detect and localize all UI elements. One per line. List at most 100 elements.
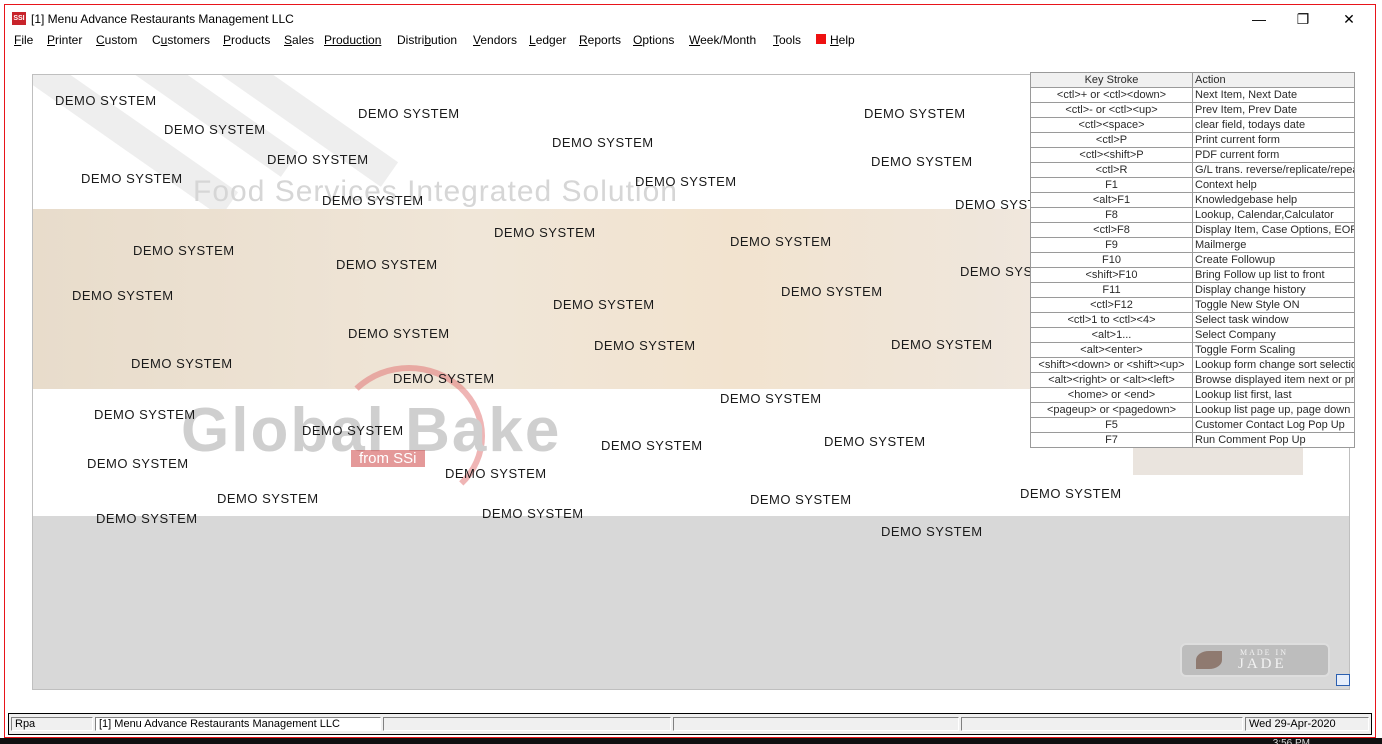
- row-action: Create Followup: [1192, 252, 1355, 268]
- table-row: <ctl>F12 Toggle New Style ON: [1030, 297, 1355, 313]
- close-button[interactable]: ✕: [1326, 10, 1372, 30]
- table-row: <ctl>- or <ctl><up> Prev Item, Prev Date: [1030, 102, 1355, 118]
- row-action: Context help: [1192, 177, 1355, 193]
- row-action: Next Item, Next Date: [1192, 87, 1355, 103]
- demo-watermark: DEMO SYSTEM: [864, 106, 966, 121]
- menu-printer[interactable]: Printer: [47, 33, 82, 47]
- menu-week-month[interactable]: Week/Month: [689, 33, 756, 47]
- demo-watermark: DEMO SYSTEM: [72, 288, 174, 303]
- table-row: <ctl>R G/L trans. reverse/replicate/repea…: [1030, 162, 1355, 178]
- taskbar-clock: 3:56 PM: [1272, 738, 1310, 744]
- menu-ledger[interactable]: Ledger: [529, 33, 566, 47]
- row-action: Lookup form change sort selection: [1192, 357, 1355, 373]
- table-row: <shift>F10 Bring Follow up list to front: [1030, 267, 1355, 283]
- banner-tagline: Food Services Integrated Solution: [193, 175, 678, 208]
- row-key: <alt>F1: [1030, 192, 1193, 208]
- demo-watermark: DEMO SYSTEM: [494, 225, 596, 240]
- menu-products[interactable]: Products: [223, 33, 270, 47]
- menu-file[interactable]: File: [14, 33, 33, 47]
- row-key: <ctl>F12: [1030, 297, 1193, 313]
- status-window-name[interactable]: [1] Menu Advance Restaurants Management …: [95, 717, 381, 731]
- demo-watermark: DEMO SYSTEM: [635, 174, 737, 189]
- demo-watermark: DEMO SYSTEM: [336, 257, 438, 272]
- menu-reports[interactable]: Reports: [579, 33, 621, 47]
- row-key: F11: [1030, 282, 1193, 298]
- row-action: Display change history: [1192, 282, 1355, 298]
- status-pane-empty: [673, 717, 959, 731]
- jade-logo-icon: [1196, 651, 1222, 669]
- taskbar: [0, 738, 1382, 744]
- demo-watermark: DEMO SYSTEM: [133, 243, 235, 258]
- demo-watermark: DEMO SYSTEM: [96, 511, 198, 526]
- table-row: <ctl>1 to <ctl><4> Select task window: [1030, 312, 1355, 328]
- row-key: <ctl><shift>P: [1030, 147, 1193, 163]
- menu-sales[interactable]: Sales: [284, 33, 314, 47]
- table-row: F11 Display change history: [1030, 282, 1355, 298]
- status-pane-empty: [961, 717, 1243, 731]
- demo-watermark: DEMO SYSTEM: [302, 423, 404, 438]
- status-pane-empty: [383, 717, 671, 731]
- row-key: <ctl><space>: [1030, 117, 1193, 133]
- row-key: F7: [1030, 432, 1193, 448]
- table-row: <pageup> or <pagedown> Lookup list page u…: [1030, 402, 1355, 418]
- row-action: Bring Follow up list to front: [1192, 267, 1355, 283]
- table-row: F7 Run Comment Pop Up: [1030, 432, 1355, 448]
- demo-watermark: DEMO SYSTEM: [322, 193, 424, 208]
- row-key: <alt>1...: [1030, 327, 1193, 343]
- demo-watermark: DEMO SYSTEM: [445, 466, 547, 481]
- demo-watermark: DEMO SYSTEM: [164, 122, 266, 137]
- row-key: <ctl>1 to <ctl><4>: [1030, 312, 1193, 328]
- demo-watermark: DEMO SYSTEM: [94, 407, 196, 422]
- table-header-row: Key Stroke Action: [1030, 72, 1355, 88]
- header-key-stroke: Key Stroke: [1030, 72, 1193, 88]
- menu-customers[interactable]: Customers: [152, 33, 210, 47]
- demo-watermark: DEMO SYSTEM: [601, 438, 703, 453]
- minimize-button[interactable]: —: [1236, 10, 1282, 30]
- status-user: Rpa: [11, 717, 93, 731]
- row-action: Print current form: [1192, 132, 1355, 148]
- table-row: F10 Create Followup: [1030, 252, 1355, 268]
- menu-vendors[interactable]: Vendors: [473, 33, 517, 47]
- row-action: Browse displayed item next or prev: [1192, 372, 1355, 388]
- row-action: Toggle Form Scaling: [1192, 342, 1355, 358]
- demo-watermark: DEMO SYSTEM: [750, 492, 852, 507]
- row-key: F5: [1030, 417, 1193, 433]
- window-list-icon[interactable]: [1336, 674, 1350, 686]
- row-action: Lookup, Calendar,Calculator: [1192, 207, 1355, 223]
- table-row: <ctl>P Print current form: [1030, 132, 1355, 148]
- demo-watermark: DEMO SYSTEM: [217, 491, 319, 506]
- header-action: Action: [1192, 72, 1355, 88]
- menu-custom[interactable]: Custom: [96, 33, 137, 47]
- row-key: F8: [1030, 207, 1193, 223]
- menu-help[interactable]: Help: [830, 33, 855, 47]
- row-key: F9: [1030, 237, 1193, 253]
- demo-watermark: DEMO SYSTEM: [1020, 486, 1122, 501]
- demo-watermark: DEMO SYSTEM: [594, 338, 696, 353]
- demo-watermark: DEMO SYSTEM: [553, 297, 655, 312]
- demo-watermark: DEMO SYSTEM: [348, 326, 450, 341]
- row-key: <shift>F10: [1030, 267, 1193, 283]
- window-title: [1] Menu Advance Restaurants Management …: [31, 12, 294, 26]
- menu-production[interactable]: Production: [324, 33, 381, 47]
- row-key: <ctl>R: [1030, 162, 1193, 178]
- status-bar: Rpa [1] Menu Advance Restaurants Managem…: [8, 713, 1372, 735]
- table-row: F1 Context help: [1030, 177, 1355, 193]
- menu-options[interactable]: Options: [633, 33, 674, 47]
- row-action: PDF current form: [1192, 147, 1355, 163]
- app-icon[interactable]: SSI: [12, 12, 26, 25]
- table-row: <ctl>F8Display Item, Case Options, EOP d…: [1030, 222, 1355, 238]
- demo-watermark: DEMO SYSTEM: [730, 234, 832, 249]
- help-icon[interactable]: [816, 34, 826, 44]
- row-action: clear field, todays date: [1192, 117, 1355, 133]
- row-action: Display Item, Case Options, EOP date: [1192, 222, 1355, 238]
- restore-button[interactable]: ❐: [1280, 10, 1326, 30]
- demo-watermark: DEMO SYSTEM: [87, 456, 189, 471]
- row-action: Run Comment Pop Up: [1192, 432, 1355, 448]
- demo-watermark: DEMO SYSTEM: [891, 337, 993, 352]
- menu-tools[interactable]: Tools: [773, 33, 801, 47]
- menu-distribution[interactable]: Distribution: [397, 33, 457, 47]
- status-date: Wed 29-Apr-2020: [1245, 717, 1369, 731]
- table-row: <ctl>+ or <ctl><down> Next Item, Next Dat…: [1030, 87, 1355, 103]
- demo-watermark: DEMO SYSTEM: [131, 356, 233, 371]
- row-action: Customer Contact Log Pop Up: [1192, 417, 1355, 433]
